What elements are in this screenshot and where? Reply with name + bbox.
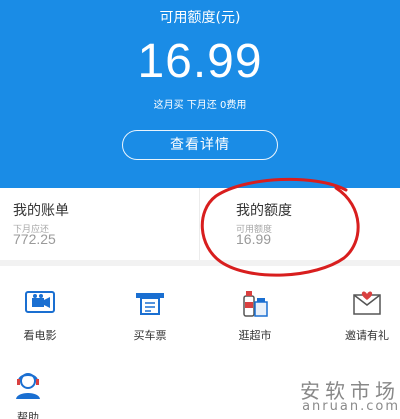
supermarket-icon — [243, 291, 268, 317]
account-cards: 我的账单 下月应还 772.25 我的额度 可用额度 16.99 — [0, 188, 400, 266]
service-movie[interactable]: 看电影 — [0, 288, 80, 343]
my-bill-card[interactable]: 我的账单 下月应还 772.25 — [0, 188, 200, 260]
movie-icon — [25, 291, 55, 313]
service-supermarket-label: 逛超市 — [238, 329, 272, 342]
invite-gift-icon — [353, 291, 381, 315]
service-supermarket[interactable]: 逛超市 — [215, 288, 295, 343]
next-month-due-value: 772.25 — [13, 231, 56, 247]
view-details-button[interactable]: 查看详情 — [122, 130, 278, 160]
watermark: 安软市场 anruan.com — [282, 375, 400, 419]
service-invite[interactable]: 邀请有礼 — [327, 288, 400, 343]
help-icon — [16, 373, 40, 399]
service-help[interactable]: 帮助 — [0, 370, 68, 419]
service-invite-label: 邀请有礼 — [345, 329, 389, 342]
service-ticket-label: 买车票 — [133, 329, 167, 342]
ticket-icon — [136, 293, 164, 315]
service-ticket[interactable]: 买车票 — [110, 288, 190, 343]
my-bill-title: 我的账单 — [13, 203, 69, 219]
payment-summary: 这月买 下月还 0费用 — [153, 100, 247, 111]
my-quota-title: 我的额度 — [236, 203, 292, 219]
quota-hero: 可用额度(元) 16.99 这月买 下月还 0费用 查看详情 — [0, 0, 400, 188]
available-quota-label: 可用额度(元) — [159, 10, 241, 26]
available-quota-amount: 16.99 — [137, 35, 263, 88]
my-quota-card[interactable]: 我的额度 可用额度 16.99 — [200, 188, 400, 260]
service-help-label: 帮助 — [17, 411, 39, 419]
available-quota-value: 16.99 — [236, 231, 272, 247]
service-movie-label: 看电影 — [23, 329, 57, 342]
watermark-en: anruan.com — [302, 399, 400, 414]
